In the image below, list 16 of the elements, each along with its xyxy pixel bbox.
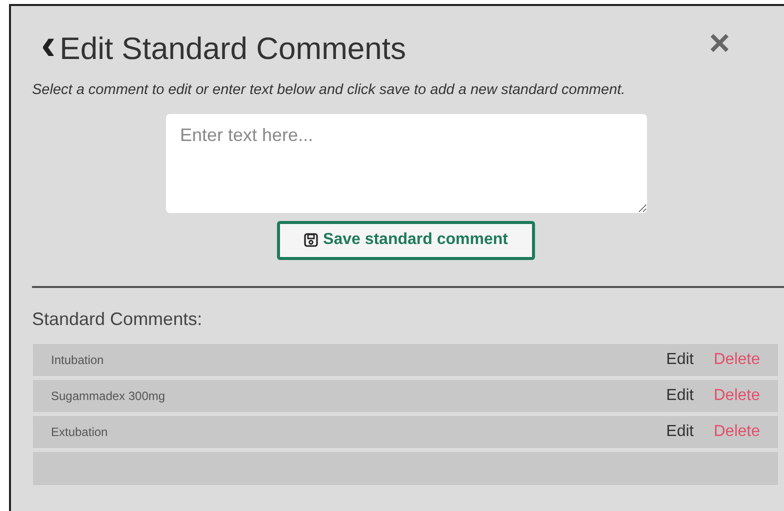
comment-input-field[interactable]: Enter text here... (166, 114, 647, 213)
comment-row[interactable]: Sugammadex 300mg Edit Delete (33, 380, 778, 412)
edit-link[interactable]: Edit (666, 420, 694, 444)
comment-row[interactable]: Intubation Edit Delete (33, 344, 778, 376)
comment-row[interactable]: Extubation Edit Delete (33, 416, 778, 448)
dialog-title: Edit Standard Comments (60, 32, 406, 64)
instructions-text: Select a comment to edit or enter text below and click save to add a new standard comment. (32, 81, 626, 100)
save-button[interactable]: Save standard comment (277, 220, 535, 260)
list-heading: Standard Comments: (32, 310, 204, 328)
comment-text: Extubation (51, 424, 108, 441)
comment-text: Intubation (51, 352, 104, 369)
close-button[interactable]: × (708, 25, 730, 61)
back-button[interactable]: ‹ (41, 23, 56, 67)
edit-link[interactable]: Edit (666, 384, 694, 408)
comment-text: Sugammadex 300mg (51, 388, 166, 405)
edit-link[interactable]: Edit (666, 348, 694, 372)
